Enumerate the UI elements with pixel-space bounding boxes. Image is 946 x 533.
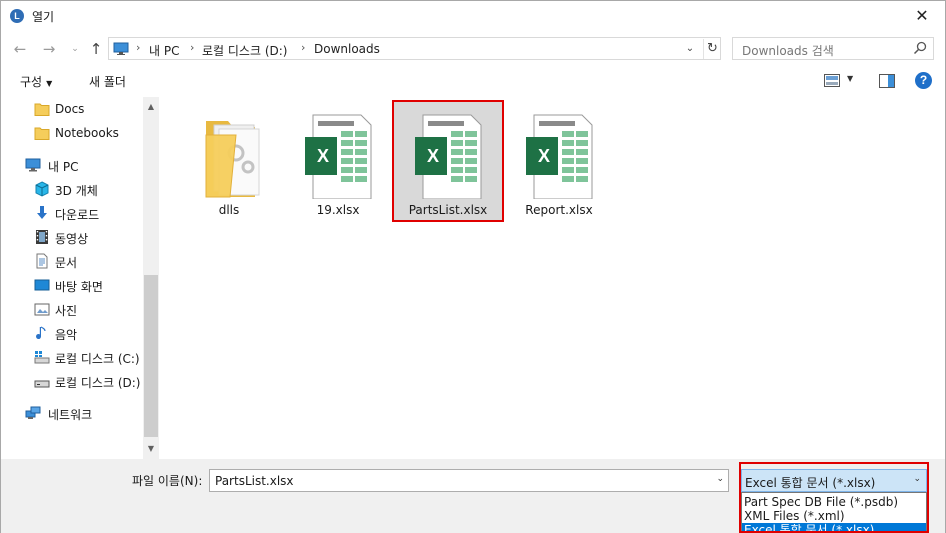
sidebar-item-videos[interactable]: 동영상 [1, 226, 143, 248]
sidebar-item-label: 동영상 [55, 232, 89, 246]
sidebar-item-label: 사진 [55, 304, 78, 318]
scroll-up-button[interactable]: ▲ [143, 99, 159, 115]
sidebar-item-this-pc[interactable]: 내 PC [1, 154, 143, 176]
sidebar-item-desktop[interactable]: 바탕 화면 [1, 274, 143, 296]
sidebar-item-label: 문서 [55, 256, 78, 270]
file-name: 19.xlsx [316, 203, 360, 217]
chevron-down-icon[interactable]: ⌄ [716, 474, 724, 484]
file-list-view: dlls X 19.xlsx X PartsList.xlsx X Report… [160, 97, 945, 459]
file-item-19-xlsx[interactable]: X 19.xlsx [283, 101, 393, 221]
sidebar-item-label: Docs [55, 102, 85, 116]
breadcrumb-drive-d[interactable]: 로컬 디스크 (D:) [202, 42, 287, 59]
help-button[interactable]: ? [915, 72, 932, 89]
breadcrumb-separator: › [136, 41, 141, 54]
film-icon [36, 230, 48, 244]
breadcrumb-separator: › [190, 41, 195, 54]
refresh-button[interactable]: ↻ [703, 39, 721, 59]
sidebar-item-label: 로컬 디스크 (D:) [55, 376, 141, 390]
folder-icon [34, 127, 50, 140]
breadcrumb-downloads[interactable]: Downloads [314, 42, 380, 56]
picture-icon [34, 303, 50, 316]
sidebar-item-label: 내 PC [48, 160, 79, 174]
annotation-highlight-box [739, 462, 929, 533]
scroll-down-button[interactable]: ▼ [143, 441, 159, 457]
address-dropdown-button[interactable]: ⌄ [682, 41, 698, 57]
view-options-button[interactable]: ▼ [847, 74, 853, 83]
sidebar-item-label: 네트워크 [48, 408, 93, 422]
address-bar[interactable]: › 내 PC › 로컬 디스크 (D:) › Downloads ⌄ ↻ [108, 37, 721, 60]
sidebar-item-label: Notebooks [55, 126, 119, 140]
file-name: dlls [218, 203, 240, 217]
navigation-bar: ← → ⌄ ↑ › 내 PC › 로컬 디스크 (D:) › Downloads… [1, 34, 945, 64]
sidebar-scrollbar[interactable]: ▲ ▼ [143, 97, 159, 459]
search-icon [913, 41, 927, 55]
desktop-icon [34, 279, 50, 291]
sidebar-item-3d-objects[interactable]: 3D 개체 [1, 178, 143, 200]
sidebar-item-music[interactable]: 음악 [1, 322, 143, 344]
recent-locations-button[interactable]: ⌄ [65, 38, 85, 60]
breadcrumb-pc[interactable]: 내 PC [149, 42, 179, 59]
sidebar-item-drive-c[interactable]: 로컬 디스크 (C:) [1, 346, 143, 368]
search-placeholder: Downloads 검색 [742, 44, 834, 58]
breadcrumb-separator: › [301, 41, 306, 54]
new-folder-button[interactable]: 새 폴더 [89, 73, 126, 90]
forward-button[interactable]: → [39, 38, 59, 60]
command-toolbar: 구성 ▼ 새 폴더 ▼ ? [1, 68, 945, 95]
sidebar-item-pictures[interactable]: 사진 [1, 298, 143, 320]
drive-d-icon [34, 380, 50, 388]
file-item-dlls[interactable]: dlls [174, 101, 284, 221]
sidebar-item-label: 로컬 디스크 (C:) [55, 352, 140, 366]
sidebar-item-docs[interactable]: Docs [1, 98, 143, 120]
pc-icon [25, 158, 41, 172]
file-name: Report.xlsx [525, 203, 593, 217]
close-button[interactable]: ✕ [899, 1, 945, 31]
app-icon: L [10, 9, 24, 23]
folder-icon [205, 121, 260, 198]
open-file-dialog: L 열기 ✕ ← → ⌄ ↑ › 내 PC › 로컬 디스크 (D:) › Do… [0, 0, 946, 533]
organize-button[interactable]: 구성 ▼ [20, 73, 52, 90]
folder-icon [34, 103, 50, 116]
pc-icon [113, 42, 129, 55]
scrollbar-thumb[interactable] [144, 275, 158, 437]
filename-value: PartsList.xlsx [215, 474, 294, 488]
filename-panel: 파일 이름(N): PartsList.xlsx ⌄ Excel 통합 문서 (… [1, 459, 945, 533]
music-note-icon [36, 326, 46, 340]
sidebar-item-documents[interactable]: 문서 [1, 250, 143, 272]
network-icon [25, 406, 41, 419]
sidebar-item-label: 바탕 화면 [55, 280, 103, 294]
chevron-down-icon: ▼ [46, 79, 53, 88]
file-item-report-xlsx[interactable]: X Report.xlsx [504, 101, 614, 221]
document-icon [36, 253, 48, 269]
sidebar-item-label: 다운로드 [55, 208, 100, 222]
search-input[interactable]: Downloads 검색 [732, 37, 934, 60]
annotation-highlight-box [392, 100, 504, 222]
sidebar-item-label: 음악 [55, 328, 78, 342]
sidebar-item-network[interactable]: 네트워크 [1, 402, 143, 424]
sidebar-item-downloads[interactable]: 다운로드 [1, 202, 143, 224]
excel-letter: X [537, 146, 550, 166]
view-mode-icon[interactable] [824, 74, 840, 87]
navigation-pane: Docs Notebooks 내 PC 3D 개체 다운로드 동영상 문서 바탕… [1, 97, 159, 459]
filename-label: 파일 이름(N): [132, 474, 203, 488]
up-folder-button[interactable]: ↑ [86, 38, 106, 60]
filename-input[interactable]: PartsList.xlsx ⌄ [209, 469, 729, 492]
sidebar-item-notebooks[interactable]: Notebooks [1, 122, 143, 144]
sidebar-item-label: 3D 개체 [55, 184, 98, 198]
organize-label: 구성 [20, 75, 43, 89]
cube-3d-icon [35, 181, 49, 197]
excel-letter: X [316, 146, 329, 166]
title-bar: L 열기 ✕ [1, 1, 945, 31]
back-button[interactable]: ← [10, 38, 30, 60]
preview-pane-icon[interactable] [879, 74, 895, 88]
sidebar-item-drive-d[interactable]: 로컬 디스크 (D:) [1, 370, 143, 392]
window-title: 열기 [32, 10, 55, 24]
download-arrow-icon [37, 206, 47, 219]
drive-c-icon [34, 351, 50, 364]
